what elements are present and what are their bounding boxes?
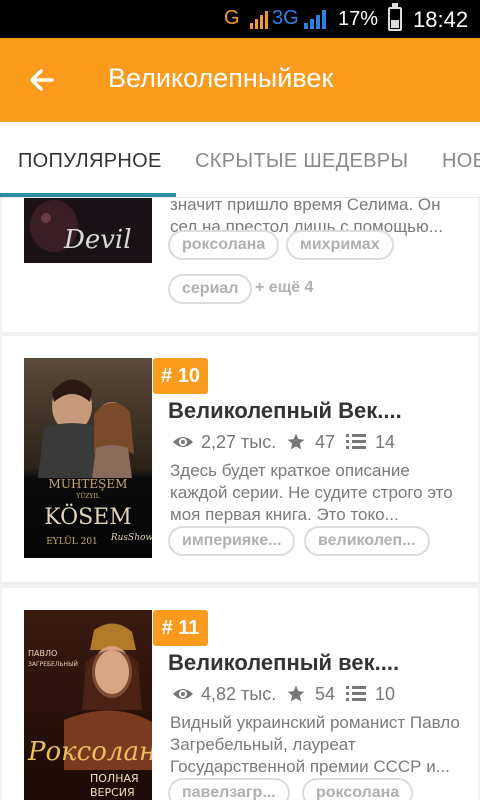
chapters-count: 10: [375, 684, 396, 704]
book-title[interactable]: Великолепный век....: [168, 650, 399, 676]
tag-chip[interactable]: михримах: [286, 230, 394, 260]
signal-strength-icon: [304, 10, 326, 29]
views-count: 4,82 тыс.: [201, 684, 277, 704]
rank-badge: # 10: [153, 358, 208, 394]
tab-new[interactable]: НОВ: [442, 150, 480, 173]
book-cover[interactable]: MUHTEŞEM YÜZYIL KÖSEM EYLÜL 201 RusShow: [24, 358, 152, 558]
battery-percent: 17%: [338, 8, 379, 30]
book-cover[interactable]: Devil: [24, 198, 152, 263]
eye-icon: [173, 689, 193, 699]
battery-icon: [388, 3, 402, 31]
cover-art: ПАВЛО ЗАГРЕБЕЛЬНЫЙ Роксолана ПОЛНАЯ ВЕРС…: [24, 610, 152, 800]
book-card[interactable]: ПАВЛО ЗАГРЕБЕЛЬНЫЙ Роксолана ПОЛНАЯ ВЕРС…: [2, 588, 478, 800]
book-description: Здесь будет краткое описание каждой сери…: [170, 461, 453, 524]
views-count: 2,27 тыс.: [201, 432, 277, 452]
cover-author-surname: ЗАГРЕБЕЛЬНЫЙ: [28, 661, 78, 668]
book-stats: 2,27 тыс. 47 14: [170, 432, 460, 456]
tab-popular[interactable]: ПОПУЛЯРНОЕ: [18, 150, 162, 173]
star-icon: [287, 433, 305, 450]
stars-count: 54: [315, 684, 336, 704]
cover-main-title: Роксолана: [27, 737, 152, 767]
tab-hidden-gems[interactable]: СКРЫТЫЕ ШЕДЕВРЫ: [195, 150, 408, 173]
book-description: Видный украинский романист Павло Загребе…: [170, 713, 460, 776]
page-title: Великолепныйвек: [108, 63, 334, 93]
rank-badge: # 11: [153, 610, 208, 646]
cover-author-line: ПАВЛО: [28, 649, 57, 658]
arrow-left-icon[interactable]: [26, 64, 58, 96]
tag-chip[interactable]: сериал: [168, 274, 253, 304]
cover-edition-line: ПОЛНАЯ: [90, 772, 139, 785]
cover-edition-line: ВЕРСИЯ: [90, 786, 135, 799]
tab-bar: ПОПУЛЯРНОЕ СКРЫТЫЕ ШЕДЕВРЫ НОВ: [0, 122, 480, 198]
cover-art: Devil: [24, 198, 152, 263]
app-bar: Великолепныйвек: [0, 38, 480, 122]
book-card[interactable]: Devil значит пришло время Селима. Он сел…: [2, 198, 478, 332]
active-tab-indicator: [0, 193, 176, 197]
cover-subtitle-line: YÜZYIL: [75, 493, 100, 500]
cover-main-title: KÖSEM: [44, 503, 132, 530]
tag-chip[interactable]: павелзагр...: [168, 778, 290, 800]
network-type-3g: 3G: [272, 7, 299, 29]
book-cover[interactable]: ПАВЛО ЗАГРЕБЕЛЬНЫЙ Роксолана ПОЛНАЯ ВЕРС…: [24, 610, 152, 800]
book-card[interactable]: MUHTEŞEM YÜZYIL KÖSEM EYLÜL 201 RusShow …: [2, 336, 478, 582]
cover-title-line: MUHTEŞEM: [49, 477, 128, 491]
tag-chip[interactable]: великолеп...: [304, 526, 430, 556]
chapters-count: 14: [375, 432, 396, 452]
tag-chip[interactable]: роксолана: [302, 778, 414, 800]
list-icon: [346, 434, 366, 449]
tag-chip[interactable]: роксолана: [168, 230, 280, 260]
tag-chip[interactable]: империяке...: [168, 526, 296, 556]
status-bar: G 3G 17% 18:42: [0, 0, 480, 38]
clock: 18:42: [413, 7, 469, 32]
book-title[interactable]: Великолепный Век....: [168, 398, 402, 424]
eye-icon: [173, 437, 193, 447]
book-list[interactable]: Devil значит пришло время Селима. Он сел…: [0, 198, 480, 800]
cover-date-line: EYLÜL 201: [46, 535, 98, 547]
network-type-g: G: [224, 7, 240, 29]
cover-watermark: RusShow: [110, 533, 152, 543]
list-icon: [346, 686, 366, 701]
signal-strength-icon: [250, 11, 268, 29]
svg-text:Devil: Devil: [63, 225, 132, 255]
book-stats: 4,82 тыс. 54 10: [170, 684, 460, 708]
star-icon: [287, 685, 305, 702]
more-tags-link[interactable]: + ещё 4: [255, 279, 313, 297]
stars-count: 47: [315, 432, 336, 452]
cover-art: MUHTEŞEM YÜZYIL KÖSEM EYLÜL 201 RusShow: [24, 358, 152, 558]
